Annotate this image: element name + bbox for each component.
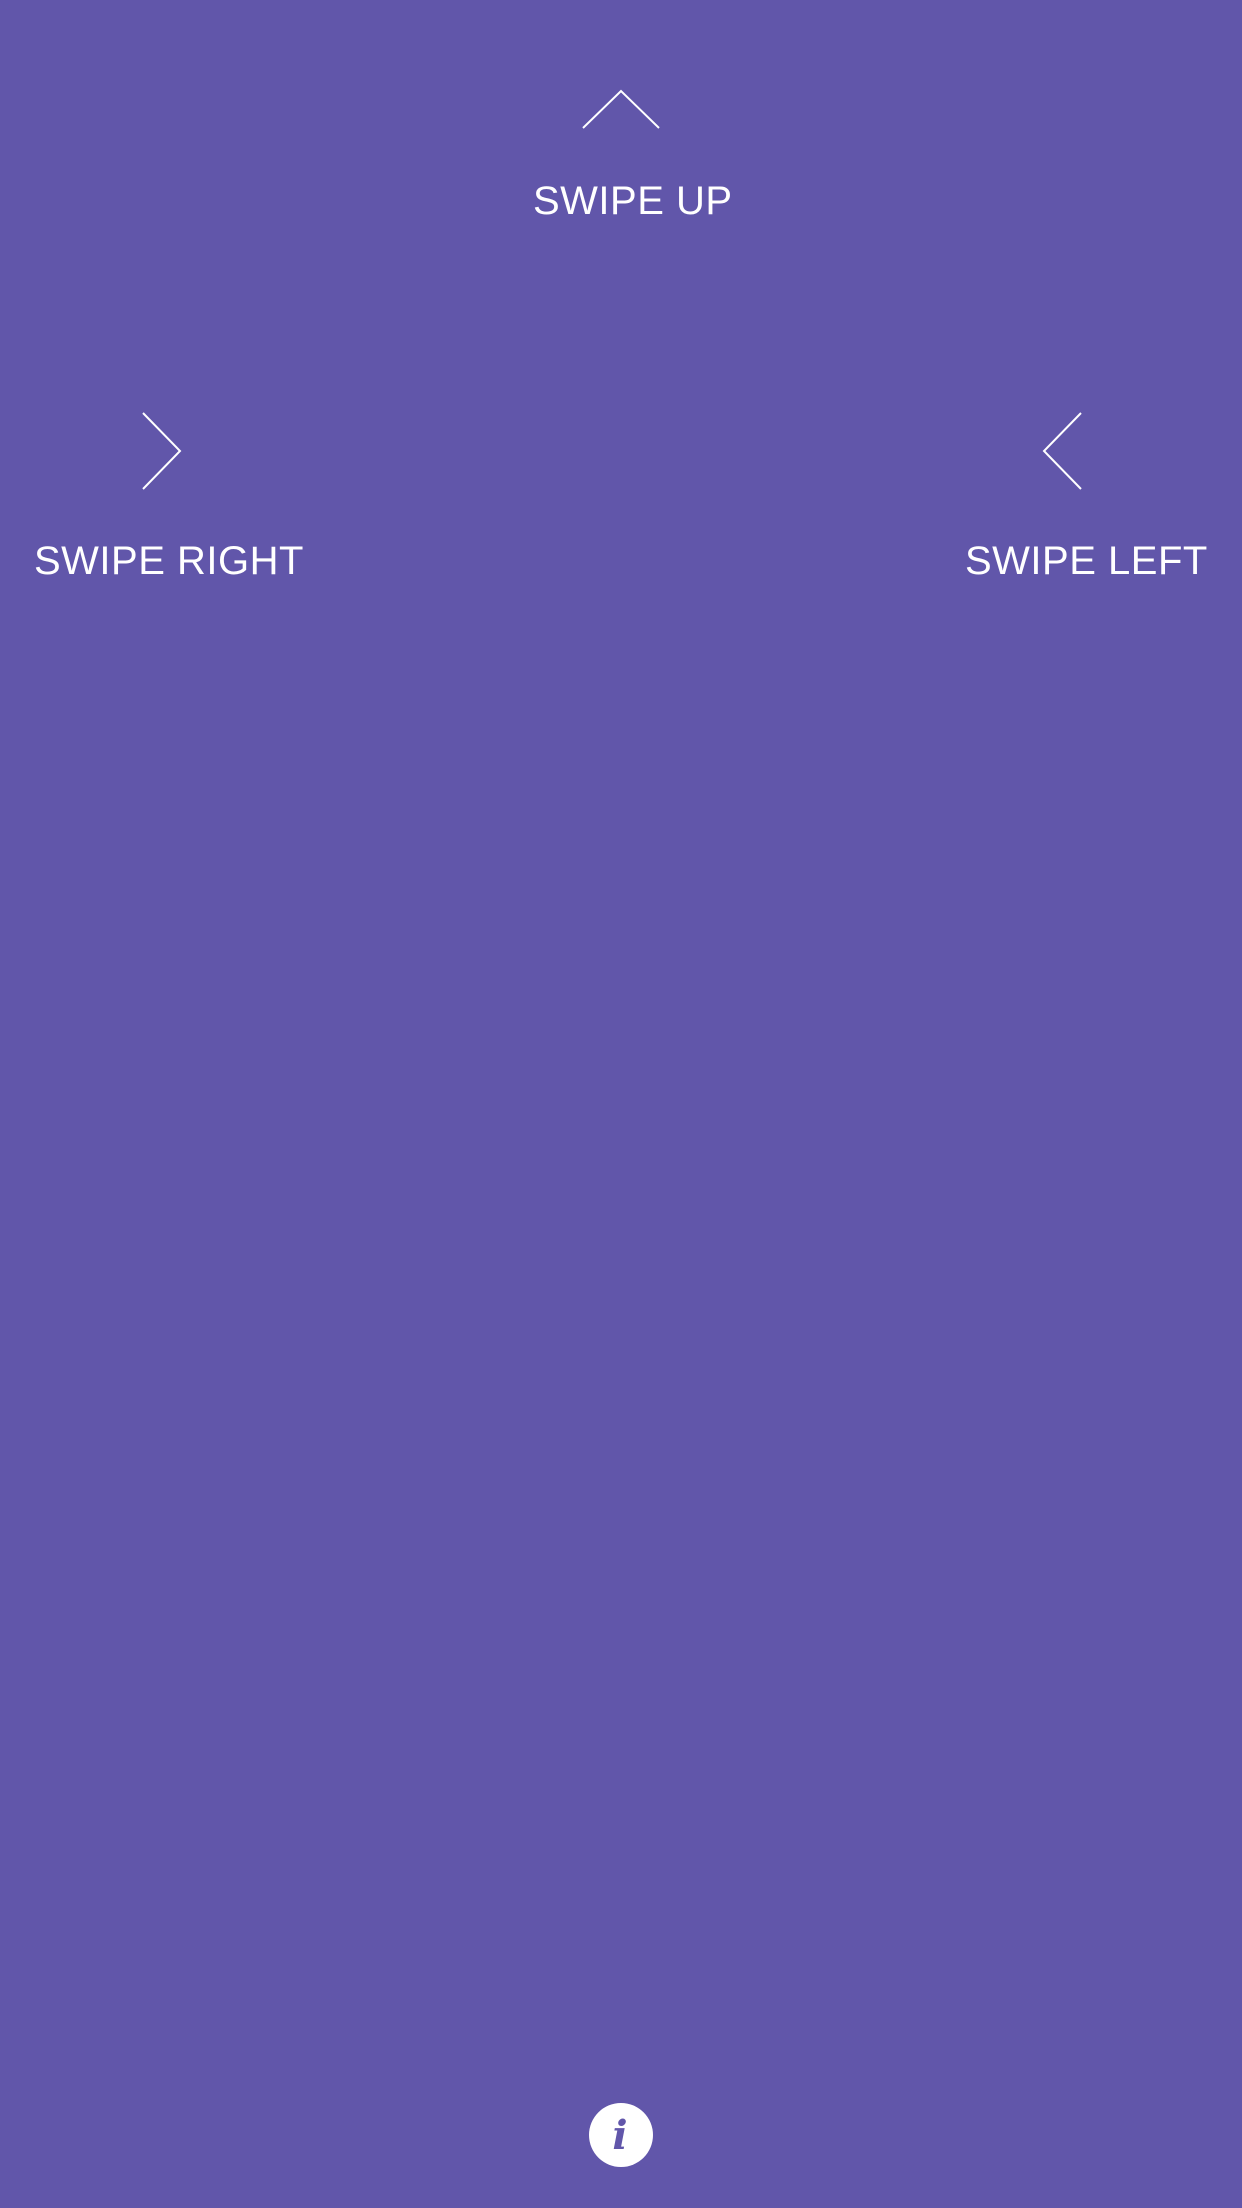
swipe-up-label: SWIPE UP (533, 179, 733, 223)
info-button[interactable]: i (589, 2103, 653, 2167)
swipe-tutorial-screen[interactable]: SWIPE UP SWIPE RIGHT SWIPE LEFT i (0, 0, 1242, 2208)
info-icon: i (612, 2112, 628, 2159)
chevron-right-icon (142, 412, 182, 490)
chevron-left-icon (1042, 412, 1082, 490)
chevron-up-icon (582, 89, 660, 130)
swipe-right-label: SWIPE RIGHT (34, 539, 304, 583)
swipe-left-label: SWIPE LEFT (965, 539, 1208, 583)
